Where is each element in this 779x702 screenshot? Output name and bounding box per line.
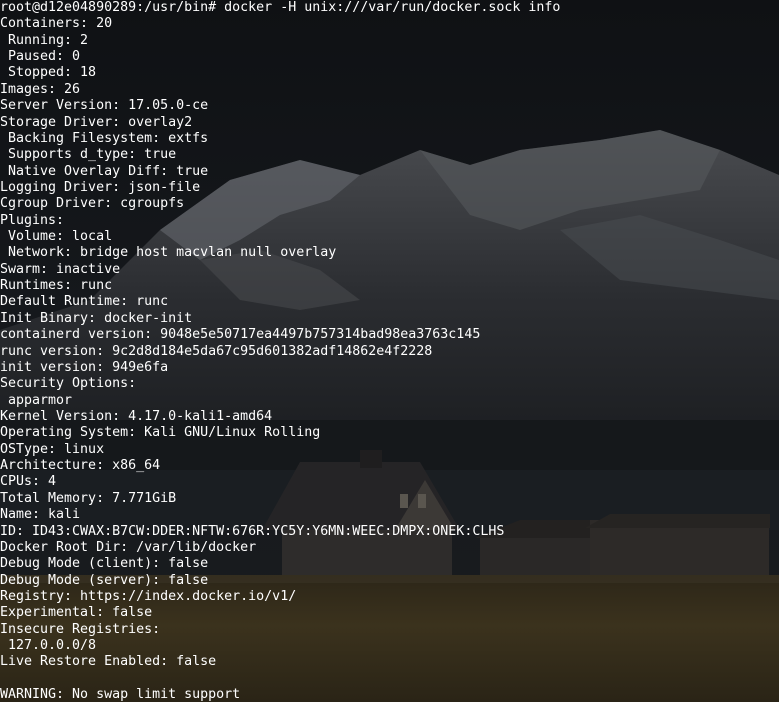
output-line: containerd version: 9048e5e50717ea4497b7… <box>0 327 481 343</box>
output-line: Storage Driver: overlay2 <box>0 114 193 130</box>
terminal-output[interactable]: root@d12e04890289:/usr/bin# docker -H un… <box>0 0 560 702</box>
output-line: Swarm: inactive <box>0 261 121 277</box>
output-line: ID: ID43:CWAX:B7CW:DDER:NFTW:676R:YC5Y:Y… <box>0 523 505 539</box>
command-line: root@d12e04890289:/usr/bin# docker -H un… <box>0 0 561 15</box>
output-line: Insecure Registries: <box>0 621 161 637</box>
output-line: Plugins: <box>0 212 65 228</box>
output-line: Cgroup Driver: cgroupfs <box>0 196 185 212</box>
output-line: Stopped: 18 <box>0 65 97 81</box>
output-line: Default Runtime: runc <box>0 294 169 310</box>
output-line: Operating System: Kali GNU/Linux Rolling <box>0 425 321 441</box>
output-line: Docker Root Dir: /var/lib/docker <box>0 539 257 555</box>
output-line: Debug Mode (server): false <box>0 572 209 588</box>
output-line: Supports d_type: true <box>0 147 177 163</box>
output-line: Paused: 0 <box>0 49 81 65</box>
output-line: Runtimes: runc <box>0 278 113 294</box>
output-line: init version: 949e6fa <box>0 359 169 375</box>
output-line: Total Memory: 7.771GiB <box>0 490 177 506</box>
output-line: Volume: local <box>0 229 113 245</box>
output-line: Architecture: x86_64 <box>0 458 161 474</box>
output-line: Containers: 20 <box>0 16 113 32</box>
terminal-window[interactable]: root@d12e04890289:/usr/bin# docker -H un… <box>0 0 779 702</box>
output-line: Debug Mode (client): false <box>0 556 209 572</box>
output-line: Live Restore Enabled: false <box>0 654 217 670</box>
output-line: CPUs: 4 <box>0 474 57 490</box>
output-line: Images: 26 <box>0 81 81 97</box>
output-line: Security Options: <box>0 376 137 392</box>
output-line: Init Binary: docker-init <box>0 310 193 326</box>
output-line: OSType: linux <box>0 441 105 457</box>
output-line: Native Overlay Diff: true <box>0 163 209 179</box>
output-line: Network: bridge host macvlan null overla… <box>0 245 337 261</box>
output-line: Name: kali <box>0 507 81 523</box>
output-line: runc version: 9c2d8d184e5da67c95d601382a… <box>0 343 433 359</box>
output-line: Backing Filesystem: extfs <box>0 130 209 146</box>
output-line: Kernel Version: 4.17.0-kali1-amd64 <box>0 408 273 424</box>
output-line: apparmor <box>0 392 73 408</box>
output-line: Running: 2 <box>0 32 89 48</box>
output-line: Experimental: false <box>0 605 153 621</box>
output-line: 127.0.0.0/8 <box>0 638 97 654</box>
output-line: Logging Driver: json-file <box>0 179 201 195</box>
output-line: Registry: https://index.docker.io/v1/ <box>0 588 297 604</box>
output-line: Server Version: 17.05.0-ce <box>0 98 209 114</box>
output-line: WARNING: No swap limit support <box>0 687 241 702</box>
